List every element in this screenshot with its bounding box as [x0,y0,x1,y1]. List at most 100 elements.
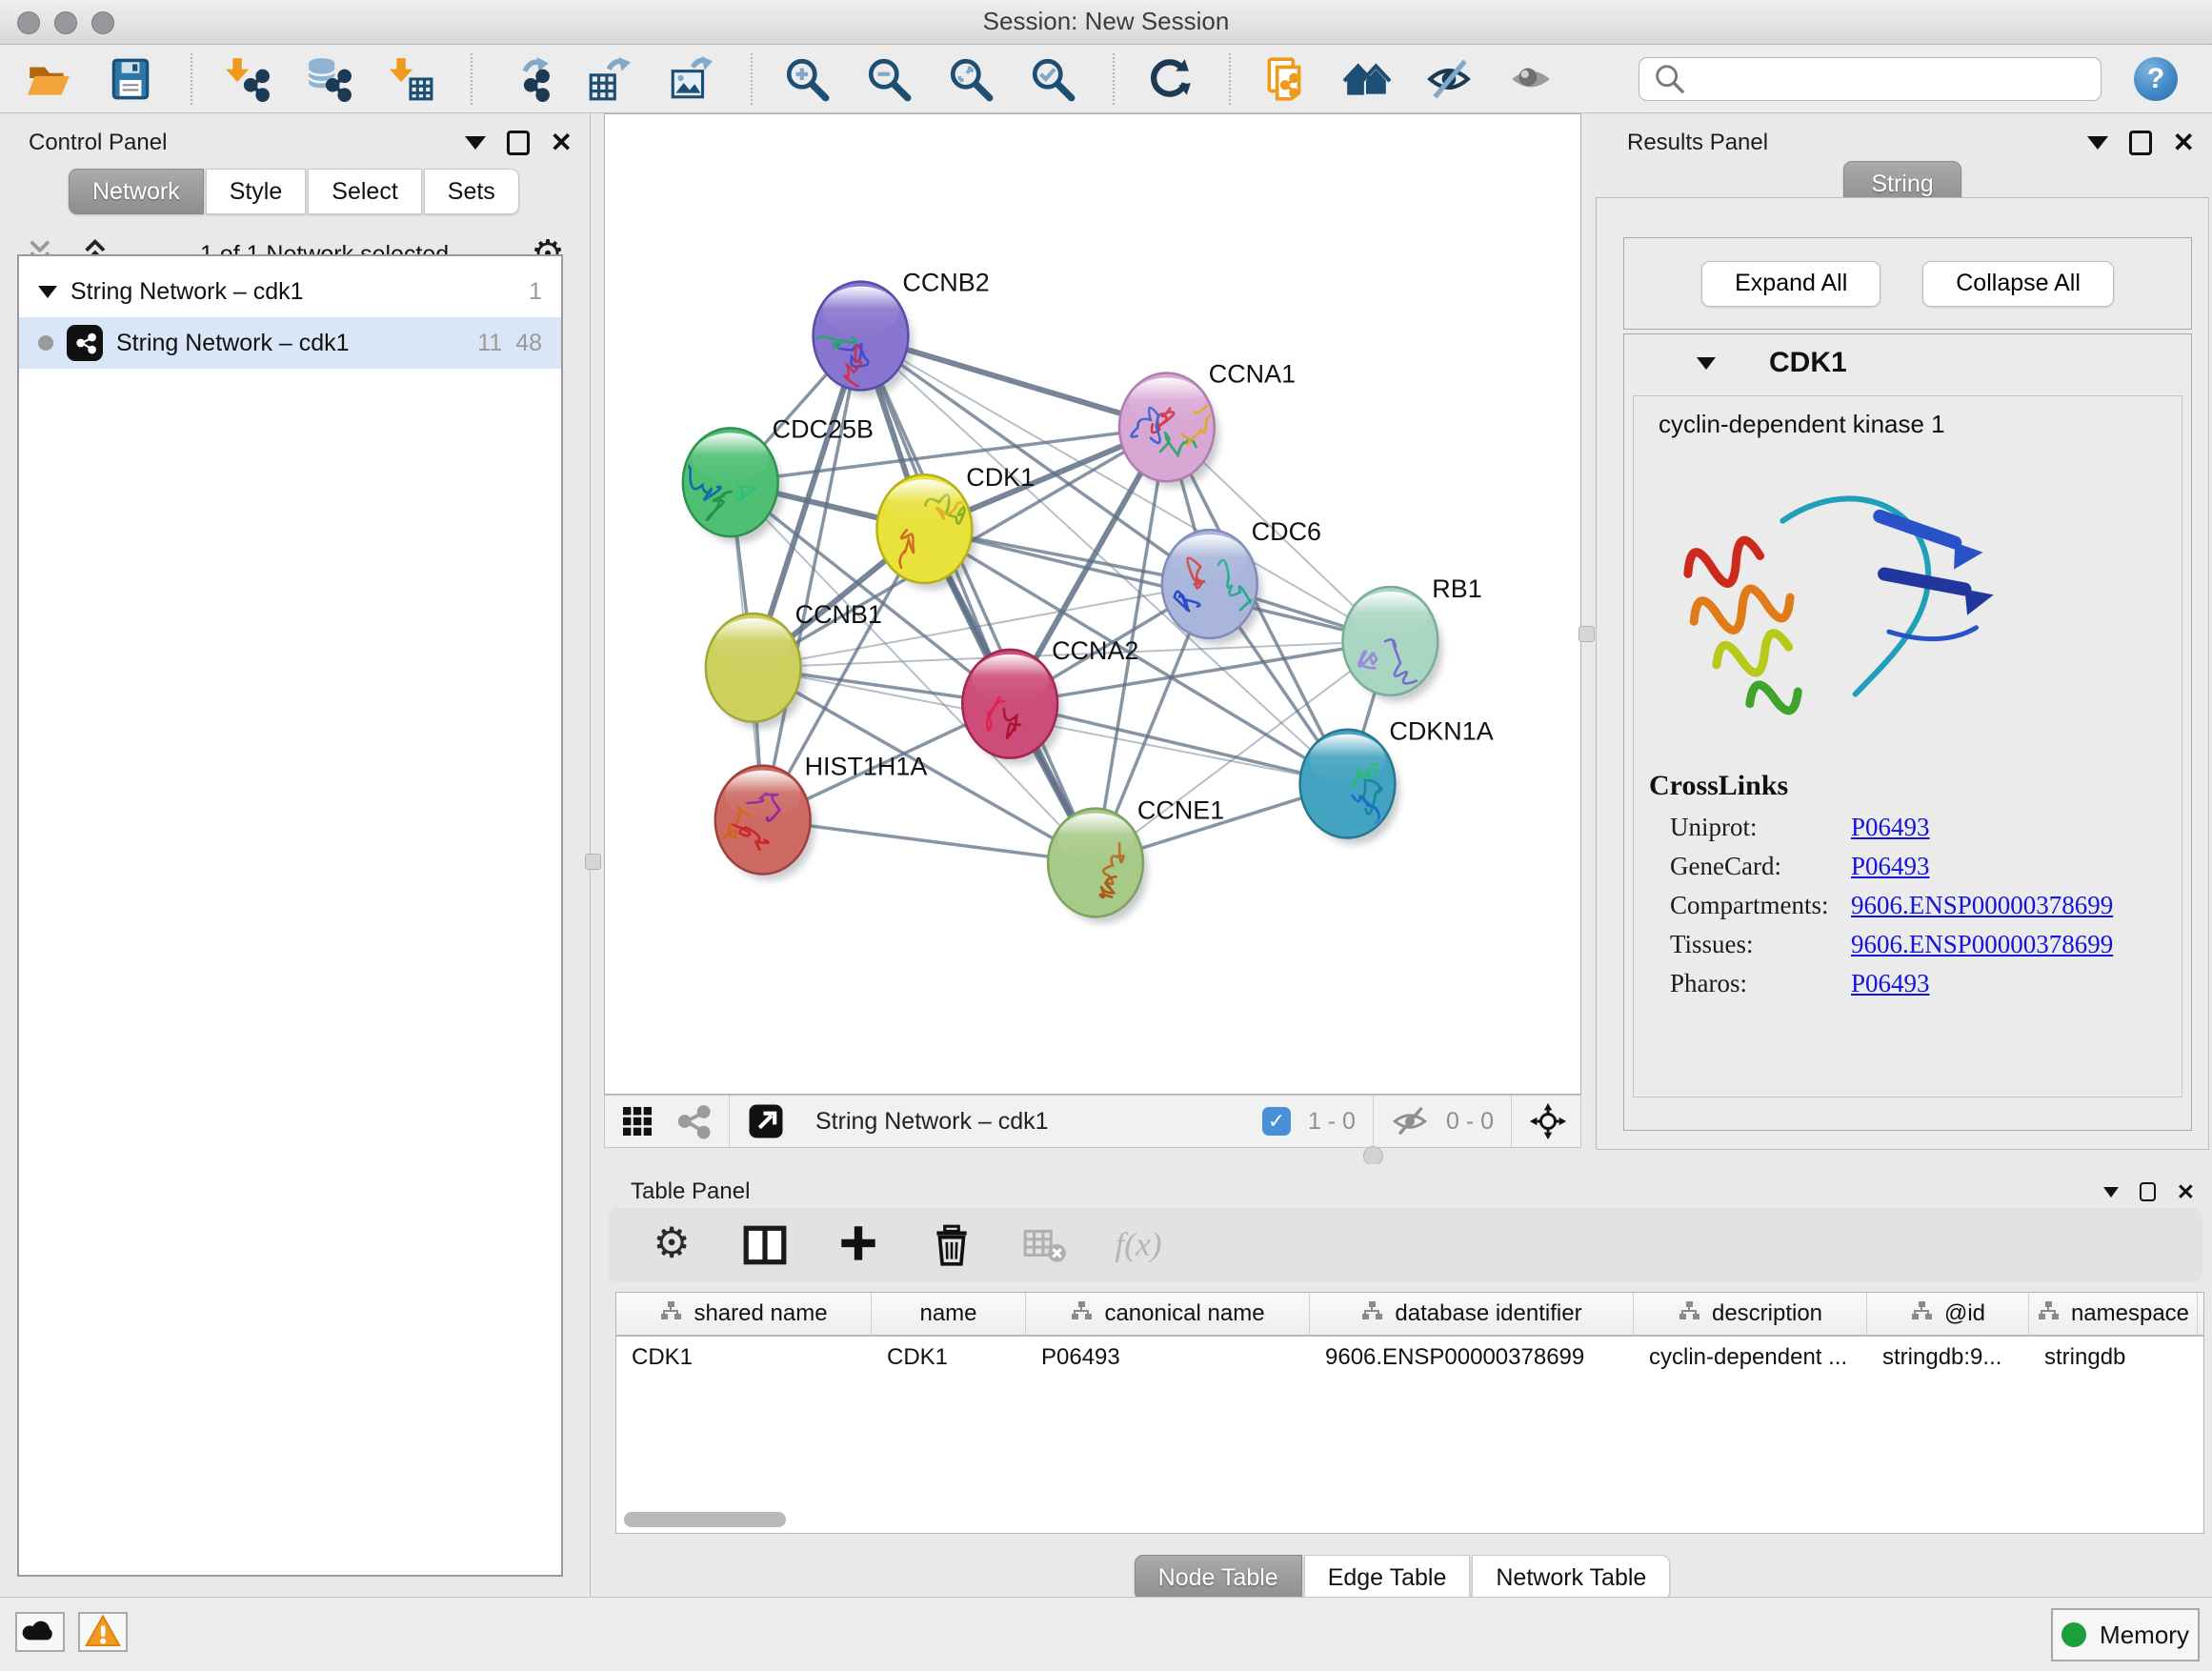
node-table[interactable]: shared namenamecanonical name database id… [615,1292,2204,1534]
status-bar: Memory [0,1597,2212,1671]
horizontal-scrollbar[interactable] [624,1512,786,1527]
export-table-icon[interactable] [583,53,634,105]
float-panel-icon[interactable] [507,131,530,155]
network-row[interactable]: String Network – cdk1 11 48 [19,317,561,369]
column-label: database identifier [1395,1300,1581,1327]
network-collection-row[interactable]: String Network – cdk1 1 [19,266,561,317]
column-header-@id[interactable]: @id [1867,1293,2029,1335]
collapse-triangle-icon[interactable] [38,286,57,298]
crosslink-link[interactable]: P06493 [1851,852,1930,881]
zoom-out-icon[interactable] [863,53,915,105]
network-home-icon[interactable] [1341,53,1393,105]
search-box[interactable] [1639,57,2101,101]
expand-all-button[interactable]: Expand All [1701,261,1880,307]
tab-network[interactable]: Network [69,169,204,214]
gene-description: cyclin-dependent kinase 1 [1634,396,2182,439]
import-network-icon[interactable] [221,53,272,105]
panel-menu-icon[interactable] [465,136,486,150]
tab-select[interactable]: Select [308,169,421,214]
grid-view-icon[interactable] [618,1102,656,1140]
network-node-RB1[interactable]: RB1 [1342,574,1481,702]
network-graph[interactable]: CCNB2 CCNA1 CDC25B CDK1 [605,114,1580,1094]
hide-graphics-details-icon[interactable] [1423,53,1475,105]
tab-sets[interactable]: Sets [424,169,519,214]
cell-description[interactable]: cyclin-dependent ... [1634,1337,1867,1379]
column-header-database-identifier[interactable]: database identifier [1310,1293,1634,1335]
network-node-HIST1H1A[interactable]: HIST1H1A [715,753,928,881]
open-session-icon[interactable] [23,53,74,105]
selected-count: 1 - 0 [1308,1108,1356,1136]
svg-text:⚙: ⚙ [653,1221,690,1267]
import-from-database-icon[interactable] [303,53,354,105]
table-gear-icon[interactable]: ⚙ [646,1219,697,1271]
detach-view-icon[interactable] [747,1102,785,1140]
zoom-in-icon[interactable] [781,53,833,105]
section-collapse-icon[interactable] [1697,357,1716,370]
network-node-CCNA1[interactable]: CCNA1 [1119,359,1296,488]
left-splitter-handle[interactable] [585,854,601,870]
crosslink-link[interactable]: 9606.ENSP00000378699 [1851,891,2113,920]
close-panel-icon[interactable]: ✕ [2177,1181,2195,1203]
column-header-namespace[interactable]: namespace [2029,1293,2198,1335]
share-view-icon[interactable] [674,1102,712,1140]
search-input[interactable] [1689,65,2089,93]
network-node-CDKN1A[interactable]: CDKN1A [1300,717,1494,845]
show-graphics-details-icon[interactable] [1505,53,1557,105]
float-panel-icon[interactable] [2140,1182,2156,1201]
close-panel-icon[interactable]: ✕ [2173,130,2195,156]
columns-icon[interactable] [739,1219,791,1271]
gene-section: CDK1 cyclin-dependent kinase 1 CrossLink… [1623,333,2192,1131]
collapse-all-button[interactable]: Collapse All [1922,261,2114,307]
cell-name[interactable]: CDK1 [872,1337,1026,1379]
clone-network-icon[interactable] [1259,53,1311,105]
cell-database-identifier[interactable]: 9606.ENSP00000378699 [1310,1337,1634,1379]
close-panel-icon[interactable]: ✕ [551,130,573,156]
tab-node-table[interactable]: Node Table [1135,1555,1302,1601]
memory-button[interactable]: Memory [2051,1608,2200,1661]
import-table-icon[interactable] [385,53,436,105]
cell-canonical-name[interactable]: P06493 [1026,1337,1310,1379]
column-header-description[interactable]: description [1634,1293,1867,1335]
column-header-name[interactable]: name [872,1293,1026,1335]
crosslink-link[interactable]: 9606.ENSP00000378699 [1851,930,2113,959]
warnings-button[interactable] [78,1612,128,1652]
hidden-eye-icon[interactable] [1391,1102,1429,1140]
panel-menu-icon[interactable] [2103,1187,2119,1198]
table-tabs: Node TableEdge TableNetwork Table [593,1555,2212,1601]
network-node-CCNB2[interactable]: CCNB2 [808,269,990,397]
tab-style[interactable]: Style [206,169,307,214]
export-image-icon[interactable] [665,53,716,105]
help-button[interactable]: ? [2134,57,2178,101]
namespace-icon [1678,1299,1700,1329]
delete-column-icon[interactable] [926,1219,977,1271]
export-network-icon[interactable] [501,53,553,105]
network-node-CDC25B[interactable]: CDC25B [678,414,874,543]
cell-namespace[interactable]: stringdb [2029,1337,2198,1379]
network-canvas[interactable]: CCNB2 CCNA1 CDC25B CDK1 [604,113,1581,1095]
cell-shared-name[interactable]: CDK1 [616,1337,872,1379]
zoom-fit-icon[interactable] [945,53,996,105]
namespace-icon [1070,1299,1093,1329]
add-column-icon[interactable] [833,1219,884,1271]
network-node-count: 11 [477,330,502,357]
horizontal-splitter-grip[interactable] [1363,1146,1383,1166]
refresh-view-icon[interactable] [1143,53,1195,105]
network-node-CCNE1[interactable]: CCNE1 [1048,796,1224,924]
save-session-icon[interactable] [105,53,156,105]
table-row[interactable]: CDK1CDK1P064939606.ENSP00000378699cyclin… [616,1337,2203,1379]
float-panel-icon[interactable] [2129,131,2152,155]
tab-edge-table[interactable]: Edge Table [1304,1555,1471,1601]
selected-checkbox-icon[interactable]: ✓ [1262,1107,1291,1136]
cloud-button[interactable] [15,1612,65,1652]
column-header-shared-name[interactable]: shared name [616,1293,872,1335]
tab-network-table[interactable]: Network Table [1472,1555,1670,1601]
network-node-CDC6[interactable]: CDC6 [1162,517,1321,645]
crosslink-link[interactable]: P06493 [1851,969,1930,998]
network-node-CDK1[interactable]: CDK1 [876,463,1035,590]
crosslink-link[interactable]: P06493 [1851,813,1930,842]
cell-@id[interactable]: stringdb:9... [1867,1337,2029,1379]
column-header-canonical-name[interactable]: canonical name [1026,1293,1310,1335]
zoom-selected-icon[interactable] [1027,53,1078,105]
panel-menu-icon[interactable] [2087,136,2108,150]
fit-selected-icon[interactable] [1529,1102,1567,1140]
